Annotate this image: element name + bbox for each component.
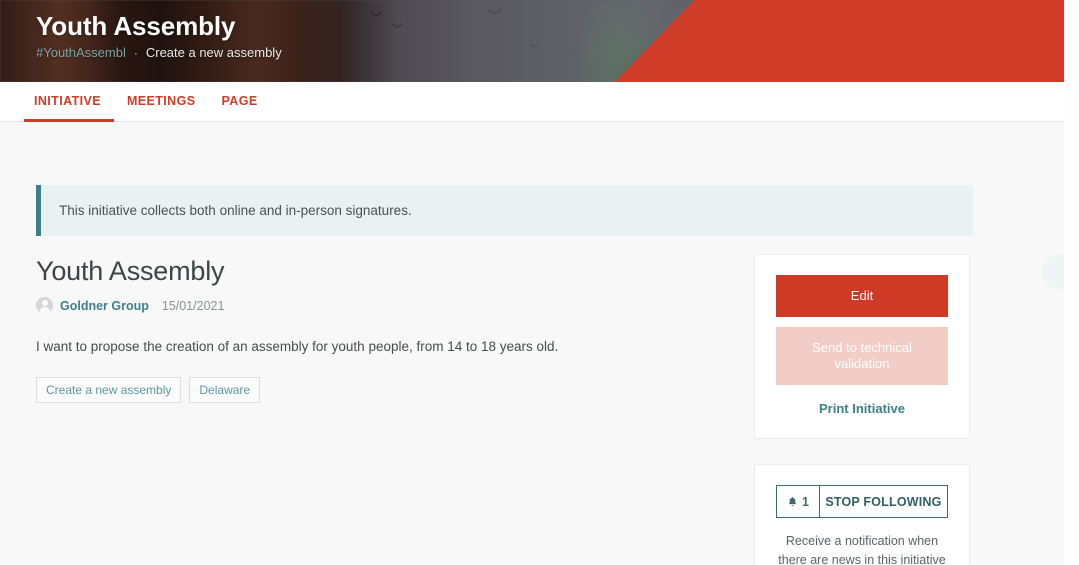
actions-card: Edit Send to technical validation Print … <box>754 254 970 439</box>
initiative-description: I want to propose the creation of an ass… <box>36 339 559 354</box>
content-columns: Youth Assembly Goldner Group 15/01/2021 … <box>36 254 1028 565</box>
hero-subtitle: Create a new assembly <box>145 45 282 60</box>
tab-initiative-label: INITIATIVE <box>34 93 101 108</box>
callout-text: This initiative collects both online and… <box>59 203 412 218</box>
initiative-details: Youth Assembly Goldner Group 15/01/2021 … <box>36 254 754 403</box>
tag-chip-scope[interactable]: Create a new assembly <box>36 377 182 403</box>
page-title: Youth Assembly <box>36 256 225 286</box>
tab-meetings-label: MEETINGS <box>126 93 196 108</box>
tab-bar: INITIATIVE MEETINGS PAGE <box>0 82 1064 122</box>
tab-meetings[interactable]: MEETINGS <box>114 82 208 122</box>
publish-date: 15/01/2021 <box>161 298 225 313</box>
stop-following-button[interactable]: STOP FOLLOWING <box>819 486 947 517</box>
scrollbar-track[interactable] <box>1064 0 1079 565</box>
app-viewport: Youth Assembly #YouthAssembl · Create a … <box>0 0 1079 565</box>
tab-page[interactable]: PAGE <box>208 82 270 122</box>
sidebar: Edit Send to technical validation Print … <box>754 254 970 565</box>
print-initiative-link[interactable]: Print Initiative <box>776 399 948 418</box>
hero-title: Youth Assembly <box>36 11 236 41</box>
hero-hashtag[interactable]: #YouthAssembl <box>36 45 126 61</box>
tab-page-label: PAGE <box>221 93 258 108</box>
follow-count-button[interactable]: 1 <box>777 486 820 517</box>
follow-count-value: 1 <box>802 494 809 509</box>
follow-card: 1 STOP FOLLOWING Receive a notification … <box>754 464 970 565</box>
page: Youth Assembly #YouthAssembl · Create a … <box>0 0 1064 565</box>
follow-button-group: 1 STOP FOLLOWING <box>776 485 948 518</box>
hero-separator: · <box>133 46 138 60</box>
tab-initiative[interactable]: INITIATIVE <box>24 82 114 122</box>
avatar <box>36 297 53 314</box>
author-byline: Goldner Group 15/01/2021 <box>36 297 734 314</box>
edit-button[interactable]: Edit <box>776 275 948 317</box>
tag-chip-area[interactable]: Delaware <box>189 377 261 403</box>
bell-icon <box>787 496 798 507</box>
send-to-technical-validation-button: Send to technical validation <box>776 327 948 385</box>
content-container: This initiative collects both online and… <box>0 185 1064 565</box>
author-name[interactable]: Goldner Group <box>60 299 149 313</box>
follow-help-text: Receive a notification when there are ne… <box>778 534 946 565</box>
scrollbar[interactable] <box>1064 0 1079 565</box>
tag-list: Create a new assembly Delaware <box>36 377 734 403</box>
hero-text-block: Youth Assembly #YouthAssembl · Create a … <box>36 10 282 61</box>
signature-type-callout: This initiative collects both online and… <box>36 185 973 236</box>
main-content: This initiative collects both online and… <box>0 122 1064 565</box>
hero-subtitle-row: #YouthAssembl · Create a new assembly <box>36 45 282 61</box>
hero-banner: Youth Assembly #YouthAssembl · Create a … <box>0 0 1064 82</box>
